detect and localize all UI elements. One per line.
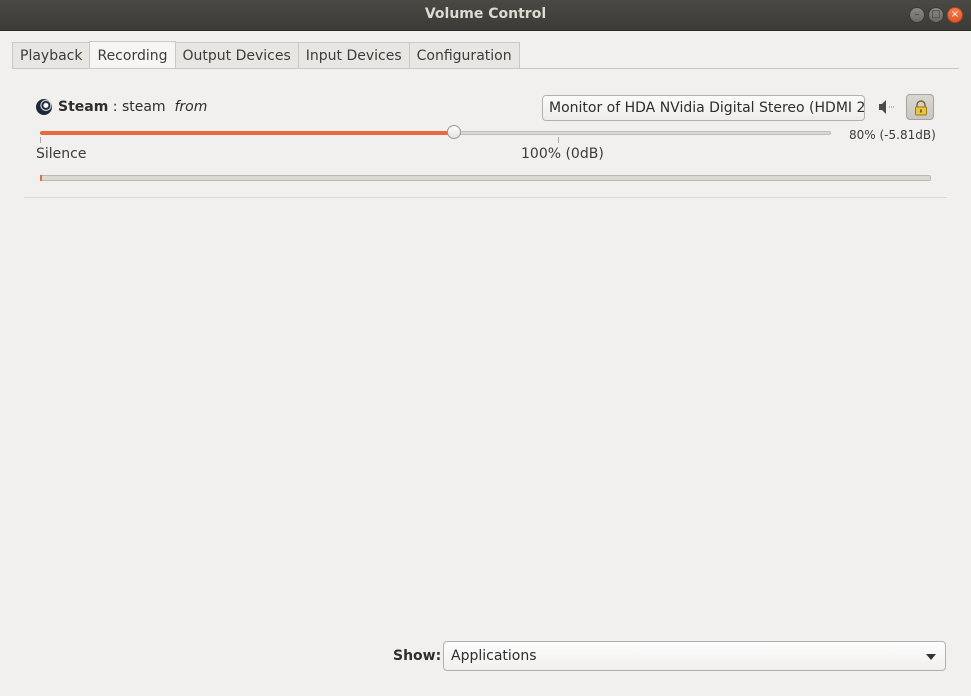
maximize-button[interactable]: □ [928, 7, 944, 23]
slider-mark-silence: Silence [36, 146, 87, 162]
title-bar[interactable]: Volume Control – □ × [0, 0, 971, 31]
tab-output-devices[interactable]: Output Devices [174, 42, 299, 68]
volume-control-window: Volume Control – □ × Playback Recording … [0, 0, 971, 696]
slider-tick-silence [40, 137, 41, 143]
tab-configuration[interactable]: Configuration [408, 42, 520, 68]
lock-icon [915, 100, 927, 116]
stream-label: Steam : steam from [58, 99, 207, 115]
stream-separator: : [112, 99, 118, 115]
speaker-mute-icon[interactable] [878, 99, 896, 115]
tab-recording[interactable]: Recording [89, 41, 176, 69]
level-meter-fill [40, 175, 42, 181]
show-label: Show: [393, 648, 442, 664]
show-filter-value: Applications [451, 648, 537, 664]
volume-slider-fill [40, 131, 454, 135]
tab-input-devices[interactable]: Input Devices [297, 42, 410, 68]
tab-divider [12, 68, 959, 69]
level-meter [40, 175, 931, 181]
minimize-button[interactable]: – [909, 7, 925, 23]
source-device-button[interactable]: Monitor of HDA NVidia Digital Stereo (HD… [542, 95, 865, 121]
dropdown-arrow-icon [926, 654, 936, 660]
slider-tick-100 [558, 137, 559, 143]
stream-name: steam [121, 99, 166, 115]
show-filter-dropdown[interactable]: Applications [443, 641, 946, 671]
window-title: Volume Control [424, 6, 547, 22]
volume-slider-knob[interactable] [447, 125, 461, 139]
stream-separator-line [24, 197, 947, 198]
volume-readout: 80% (-5.81dB) [849, 128, 936, 142]
tab-bar: Playback Recording Output Devices Input … [12, 41, 520, 69]
lock-channels-button[interactable] [906, 94, 934, 120]
stream-app-name: Steam [58, 99, 109, 115]
slider-mark-100: 100% (0dB) [521, 146, 604, 162]
stream-from-label: from [174, 99, 208, 115]
tab-playback[interactable]: Playback [12, 42, 91, 68]
close-button[interactable]: × [947, 7, 963, 23]
steam-icon [36, 99, 52, 115]
